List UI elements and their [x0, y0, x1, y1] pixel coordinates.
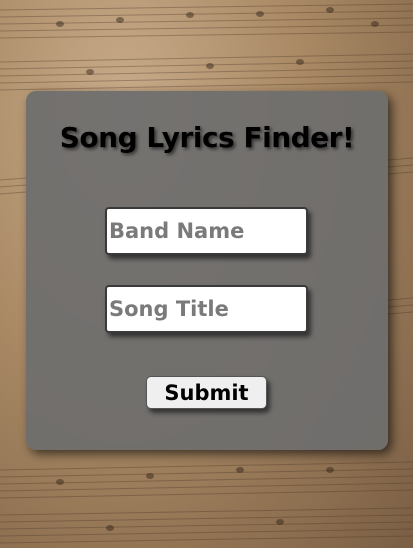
lyrics-form-card: Song Lyrics Finder! Submit [26, 91, 388, 450]
band-name-input[interactable] [105, 207, 308, 255]
song-title-input[interactable] [105, 285, 308, 333]
page-title: Song Lyrics Finder! [59, 121, 355, 154]
submit-button[interactable]: Submit [146, 376, 267, 409]
